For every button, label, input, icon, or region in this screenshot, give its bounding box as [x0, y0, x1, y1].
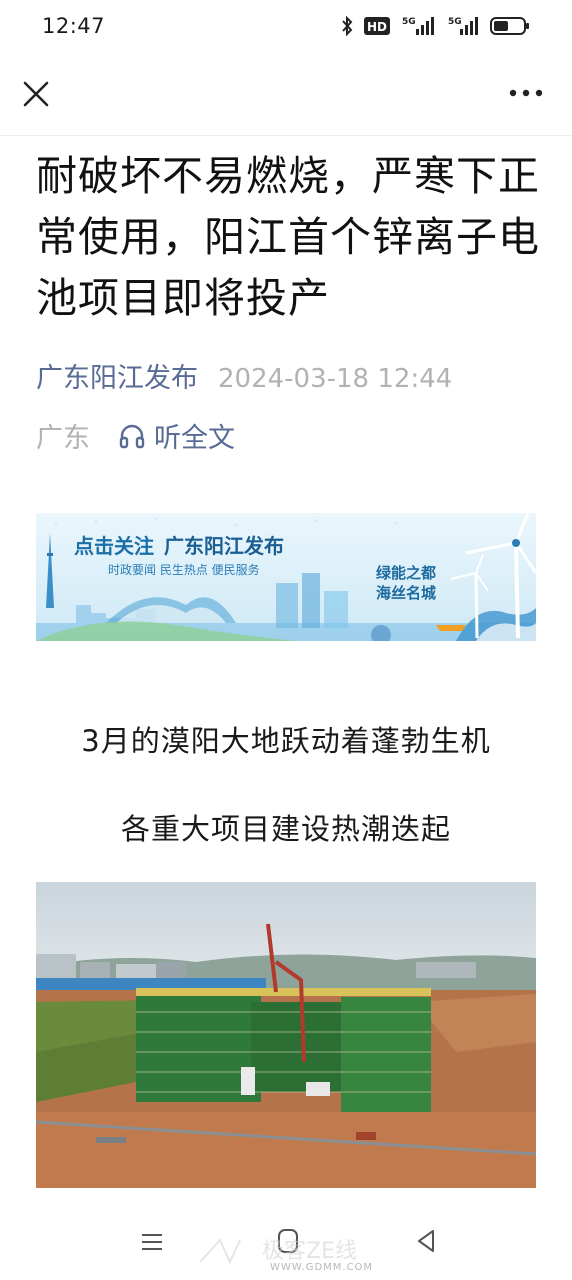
banner-title-name: 广东阳江发布 [164, 534, 284, 558]
battery-icon [490, 17, 529, 35]
network-label: 5G [402, 17, 416, 27]
top-nav-bar [0, 52, 572, 136]
hd-label: HD [367, 20, 387, 34]
banner-subtitle: 时政要闻 民生热点 便民服务 [108, 563, 260, 577]
banner-slogan: 绿能之都 海丝名城 [376, 563, 436, 603]
watermark-text: 极客ZE线 [262, 1239, 357, 1264]
article-meta: 广东阳江发布 2024-03-18 12:44 [36, 356, 556, 395]
banner-slogan-line-2: 海丝名城 [376, 584, 437, 602]
status-bar: 12:47 HD 5G 5G [0, 0, 572, 52]
publish-datetime: 2024-03-18 12:44 [218, 364, 453, 394]
bluetooth-icon [342, 15, 353, 37]
back-icon[interactable] [414, 1228, 438, 1254]
close-icon[interactable] [20, 78, 52, 110]
headphones-icon [119, 424, 145, 448]
construction-site-image [36, 882, 536, 1188]
network-label: 5G [448, 17, 462, 27]
listen-button[interactable]: 听全文 [118, 416, 235, 455]
banner-title: 点击关注 广东阳江发布 [74, 530, 284, 559]
article-paragraph: 3月的漠阳大地跃动着蓬勃生机 [81, 724, 491, 758]
status-time: 12:47 [42, 14, 106, 38]
article-title: 耐破坏不易燃烧，严寒下正常使用，阳江首个锌离子电池项目即将投产 [36, 152, 540, 322]
region-label: 广东 [36, 423, 90, 454]
construction-photo[interactable] [36, 882, 536, 1188]
more-icon[interactable] [508, 86, 544, 100]
author-link[interactable]: 广东阳江发布 [36, 356, 198, 395]
menu-icon[interactable] [140, 1230, 164, 1254]
article-meta-secondary: 广东 听全文 [36, 416, 235, 455]
listen-label: 听全文 [154, 423, 235, 454]
article-paragraph: 各重大项目建设热潮迭起 [120, 812, 451, 846]
banner-slogan-line-1: 绿能之都 [376, 564, 437, 582]
follow-banner[interactable]: 点击关注 广东阳江发布 时政要闻 民生热点 便民服务 绿能之都 海丝名城 [36, 513, 536, 641]
watermark-url: WWW.GDMM.COM [270, 1262, 374, 1273]
status-icons: HD 5G 5G [340, 15, 530, 37]
banner-title-prefix: 点击关注 [74, 534, 154, 558]
signal-5g-icon: 5G [402, 17, 434, 35]
hd-icon: HD [364, 17, 390, 35]
signal-5g-icon: 5G [448, 17, 478, 35]
